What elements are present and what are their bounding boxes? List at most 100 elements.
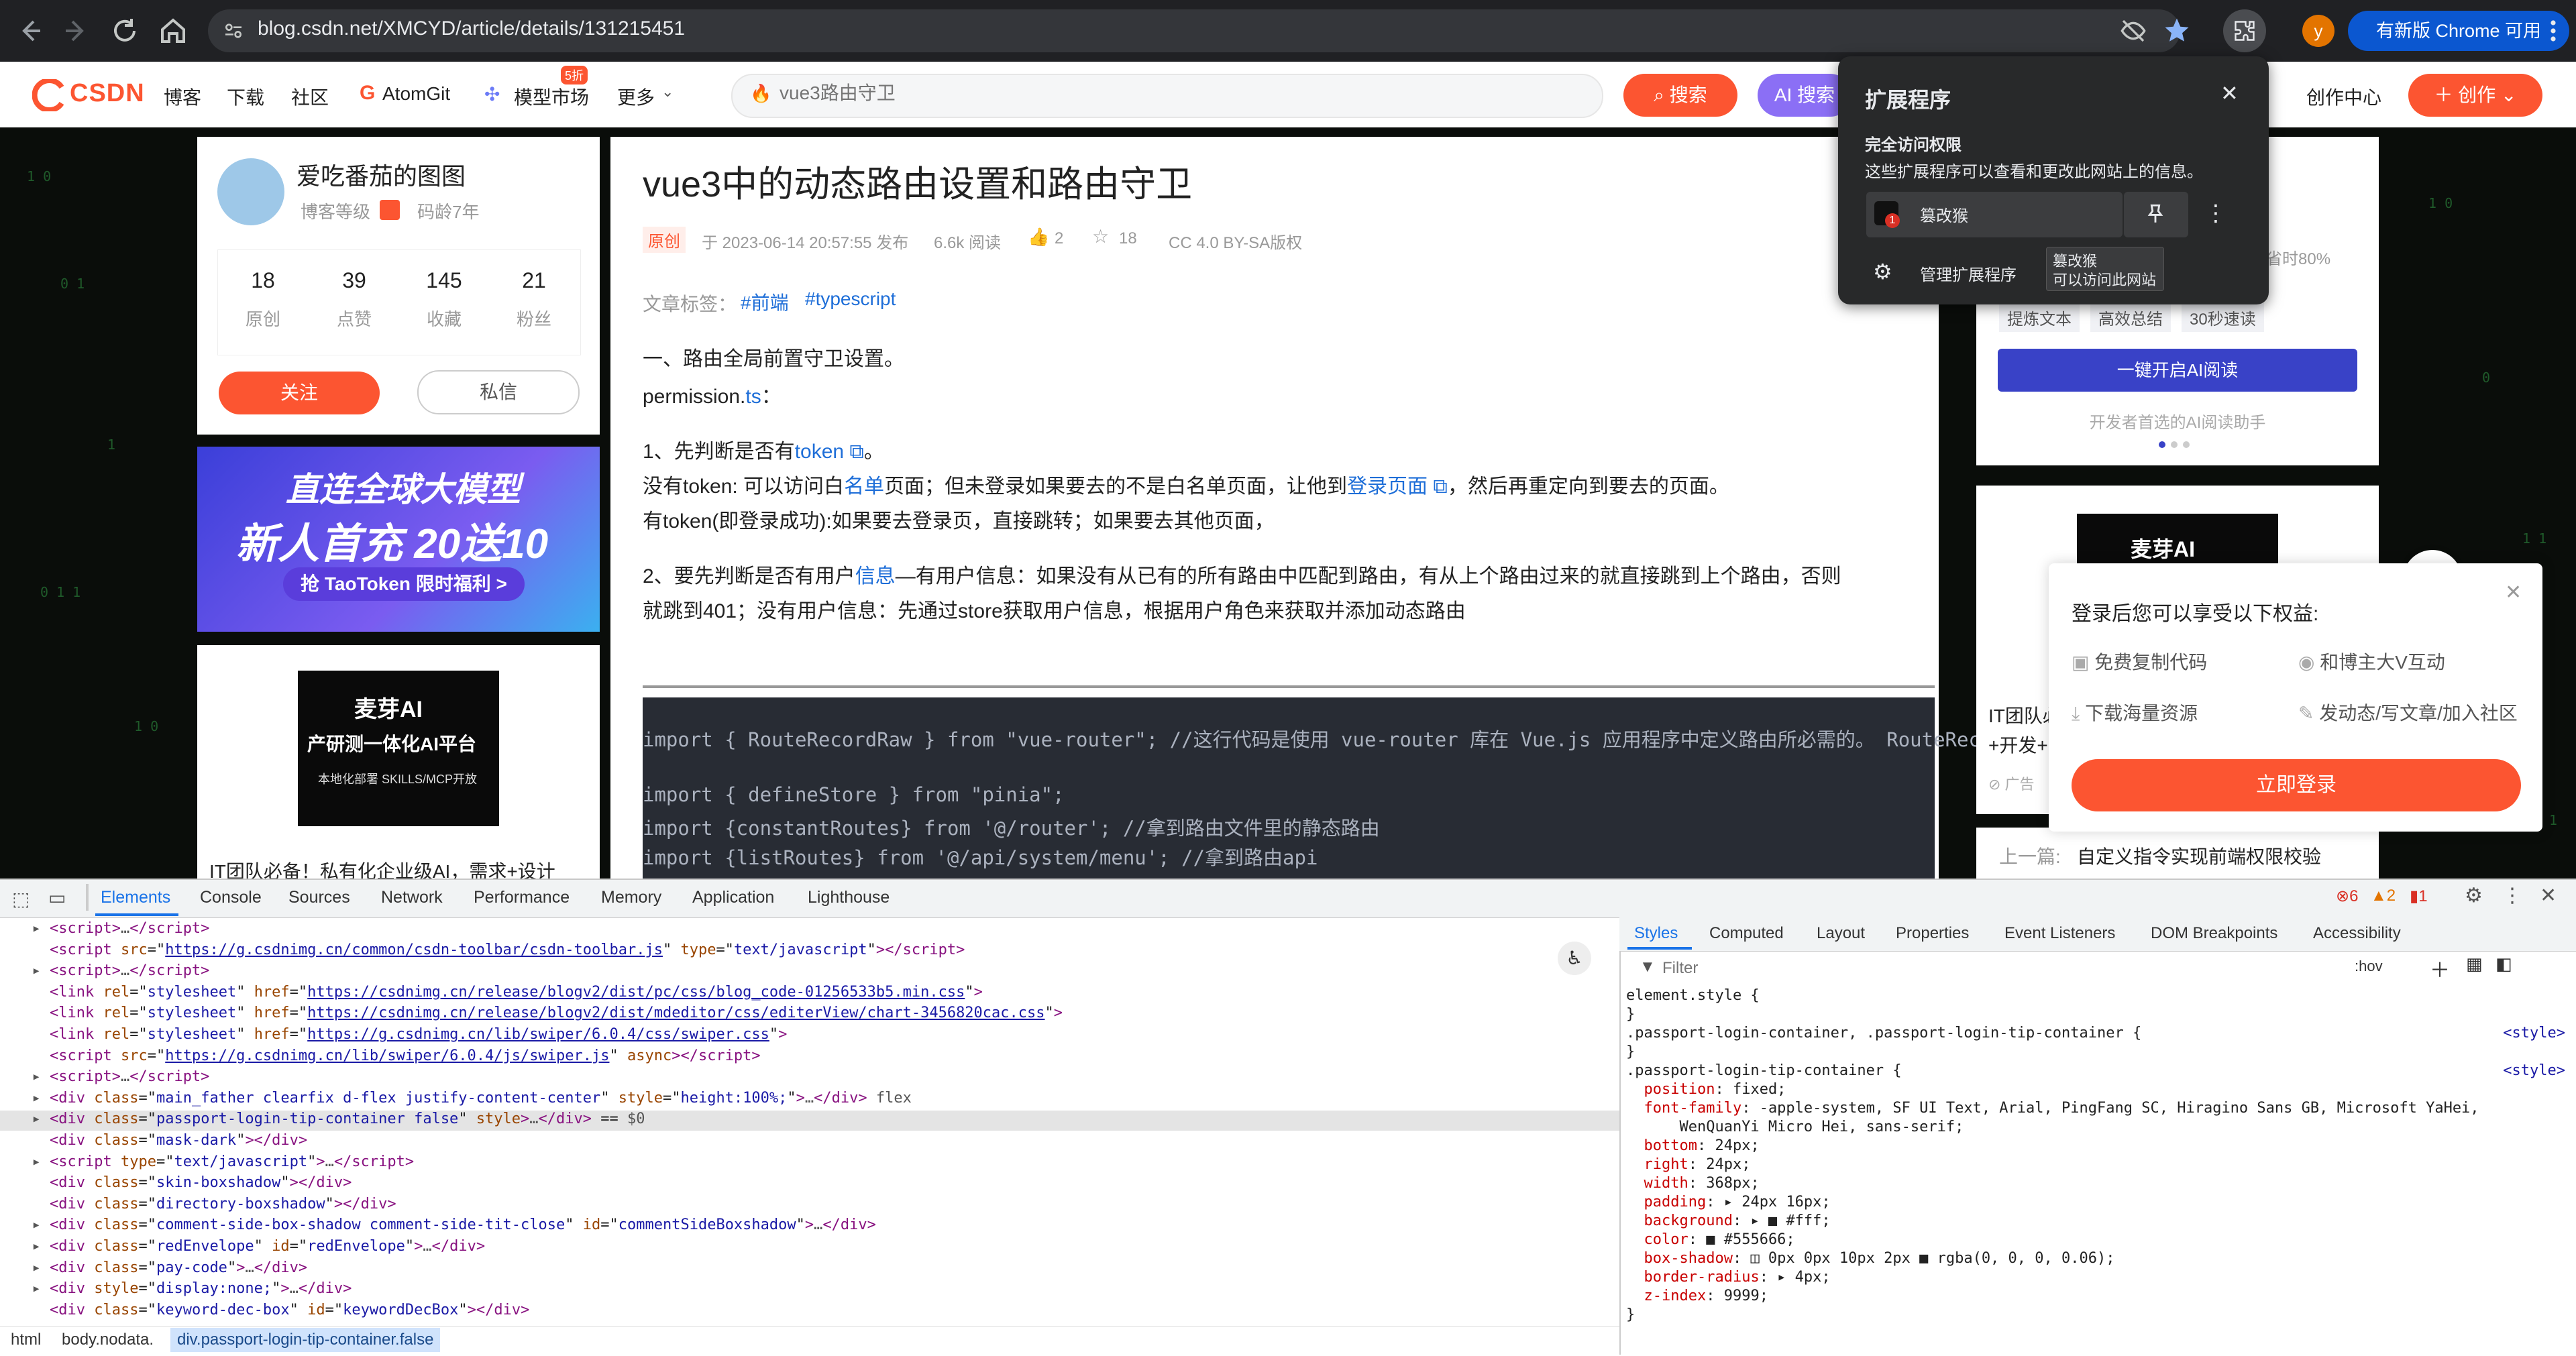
css-line[interactable]: .passport-login-tip-container { [1626,1062,2565,1079]
creator-center-link[interactable]: 创作中心 [2306,83,2381,110]
carousel-dot[interactable] [2183,441,2190,448]
expand-arrow-icon[interactable]: ▸ [0,1068,50,1085]
star-icon[interactable]: ☆ [1092,225,1109,247]
css-line[interactable]: .passport-login-container, .passport-log… [1626,1025,2565,1041]
issue-count[interactable]: ▮1 [2410,887,2428,906]
styles-tab[interactable]: Event Listeners [2004,924,2115,943]
login-page-link[interactable]: 登录页面 [1347,475,1428,498]
css-line[interactable]: } [1626,1043,2565,1060]
carousel-dot[interactable] [2171,441,2178,448]
expand-arrow-icon[interactable]: ▸ [0,1090,50,1107]
tab-sources[interactable]: Sources [288,888,350,907]
expand-arrow-icon[interactable]: ▸ [0,1238,50,1255]
expand-arrow-icon[interactable]: ▸ [0,920,50,937]
nav-model-market[interactable]: 模型市场 [514,83,589,110]
styles-tab[interactable]: Layout [1817,924,1865,943]
dom-node[interactable]: <link rel="stylesheet" href="https://csd… [0,1005,1619,1025]
expand-arrow-icon[interactable]: ▸ [0,962,50,979]
dom-node[interactable]: <script src="https://g.csdnimg.cn/lib/sw… [0,1048,1619,1068]
tab-elements[interactable]: Elements [101,888,170,907]
dom-node[interactable]: <div class="directory-boxshadow"></div> [0,1196,1619,1216]
css-line[interactable]: background: ▸ ■ #fff; [1626,1212,2565,1229]
breadcrumb-item[interactable]: body.nodata. [62,1331,154,1349]
inspect-icon[interactable]: ⬚ [12,888,30,910]
avatar[interactable] [217,158,284,225]
accessibility-icon[interactable]: ♿ [1558,942,1591,975]
dom-node[interactable]: <link rel="stylesheet" href="https://csd… [0,984,1619,1004]
dom-node[interactable]: ▸ <div class="comment-side-box-shadow co… [0,1217,1619,1237]
expand-arrow-icon[interactable]: ▸ [0,1153,50,1170]
whitelist-link[interactable]: 名单 [844,475,884,498]
author-name[interactable]: 爱吃番茄的图图 [297,157,466,192]
info-link[interactable]: 信息 [855,565,896,587]
back-icon[interactable] [13,15,46,47]
csdn-logo-icon[interactable] [32,79,67,111]
breadcrumb-item[interactable]: html [11,1331,41,1349]
css-source-link[interactable]: <style> [2503,1062,2565,1079]
css-source-link[interactable]: <style> [2503,1025,2565,1041]
reload-icon[interactable] [109,15,141,47]
ai-chip[interactable]: 高效总结 [2090,303,2171,332]
tag-link[interactable]: #前端 [741,288,789,315]
file-link[interactable]: ts [745,386,761,408]
thumbs-up-icon[interactable]: 👍 [1028,227,1049,247]
dom-node[interactable]: <div class="keyword-dec-box" id="keyword… [0,1302,1619,1322]
devtools-menu-icon[interactable]: ⋮ [2502,884,2522,907]
css-line[interactable]: } [1626,1006,2565,1023]
dom-node[interactable]: ▸ <div class="main_father clearfix d-fle… [0,1090,1619,1110]
eye-off-icon[interactable] [2120,17,2147,44]
dom-node[interactable]: <link rel="stylesheet" href="https://g.c… [0,1026,1619,1046]
css-line[interactable]: } [1626,1306,2565,1323]
close-icon[interactable]: ✕ [2220,80,2239,106]
dom-node[interactable]: ▸ <div style="display:none;">…</div> [0,1280,1619,1300]
nav-atomgit[interactable]: AtomGit [382,83,450,105]
css-line[interactable]: z-index: 9999; [1626,1288,2565,1304]
css-line[interactable]: box-shadow: ◫ 0px 0px 10px 2px ■ rgba(0,… [1626,1250,2565,1267]
css-line[interactable]: element.style { [1626,987,2565,1004]
computed-toggle-icon[interactable]: ▦ [2466,954,2483,974]
close-devtools-icon[interactable]: ✕ [2540,884,2557,907]
ai-chip[interactable]: 30秒速读 [2182,303,2264,332]
tab-network[interactable]: Network [381,888,443,907]
css-line[interactable]: bottom: 24px; [1626,1137,2565,1154]
styles-tab[interactable]: Properties [1896,924,1969,943]
home-icon[interactable] [157,15,189,47]
ai-chip[interactable]: 提炼文本 [1999,303,2080,332]
search-input[interactable] [778,82,1519,105]
nav-community[interactable]: 社区 [291,83,329,110]
css-line[interactable]: border-radius: ▸ 4px; [1626,1269,2565,1286]
expand-arrow-icon[interactable]: ▸ [0,1280,50,1297]
code-block[interactable]: import { RouteRecordRaw } from "vue-rout… [643,697,1980,879]
manage-extensions[interactable]: 管理扩展程序 [1920,262,2017,285]
dom-node[interactable]: ▸ <script type="text/javascript">…</scri… [0,1153,1619,1174]
dom-node[interactable]: ▸ <script>…</script> [0,920,1619,940]
dom-node[interactable]: ▸ <div class="pay-code">…</div> [0,1259,1619,1280]
expand-arrow-icon[interactable]: ▸ [0,1259,50,1276]
dom-node[interactable]: <script src="https://g.csdnimg.cn/common… [0,942,1619,962]
styles-filter-input[interactable] [1661,956,2267,980]
styles-tab[interactable]: Accessibility [2313,924,2401,943]
expand-arrow-icon[interactable]: ▸ [0,1111,50,1127]
css-line[interactable]: right: 24px; [1626,1156,2565,1173]
settings-gear-icon[interactable]: ⚙ [2465,884,2483,907]
dom-node[interactable]: ▸ <script>…</script> [0,1068,1619,1088]
chrome-update-button[interactable]: 有新版 Chrome 可用 [2348,11,2569,51]
styles-tab[interactable]: Computed [1709,924,1784,943]
forward-icon[interactable] [60,15,93,47]
login-button[interactable]: 立即登录 [2072,759,2521,811]
dom-node[interactable]: ▸ <div class="passport-login-tip-contain… [0,1111,1619,1131]
carousel-dot[interactable] [2159,441,2165,448]
search-button[interactable]: ⌕ 搜索 [1623,74,1737,117]
token-link[interactable]: token [795,441,844,463]
tab-application[interactable]: Application [692,888,774,907]
styles-tab[interactable]: Styles [1634,924,1678,943]
nav-more[interactable]: 更多 [617,83,655,110]
dom-node[interactable]: ▸ <div class="redEnvelope" id="redEnvelo… [0,1238,1619,1258]
ai-read-button[interactable]: 一键开启AI阅读 [1998,349,2357,392]
nav-blog[interactable]: 博客 [164,83,201,110]
tag-link[interactable]: #typescript [805,288,896,310]
error-count[interactable]: ⊗6 [2336,887,2358,906]
css-line[interactable]: color: ■ #555666; [1626,1231,2565,1248]
tab-memory[interactable]: Memory [601,888,661,907]
tab-lighthouse[interactable]: Lighthouse [808,888,890,907]
